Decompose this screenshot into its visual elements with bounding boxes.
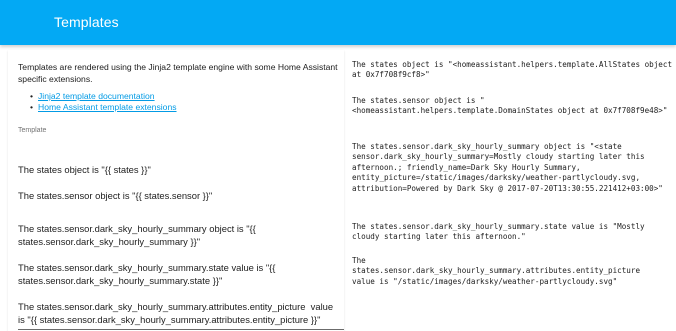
rendered-output-panel: The states object is "<homeassistant.hel… xyxy=(352,50,676,331)
template-line: The states object is "{{ states }}" xyxy=(18,164,151,175)
page-title: Templates xyxy=(54,14,119,30)
list-item: • Home Assistant template extensions xyxy=(30,102,177,113)
template-line: The states.sensor object is "{{ states.s… xyxy=(18,190,213,201)
jinja2-docs-link[interactable]: Jinja2 template documentation xyxy=(38,91,155,101)
textarea-underline xyxy=(18,329,344,330)
template-textarea[interactable]: The states object is "{{ states }}" The … xyxy=(18,142,340,328)
output-block: The states.sensor object is " <homeassis… xyxy=(352,96,668,116)
output-block: The states.sensor.dark_sky_hourly_summar… xyxy=(352,222,650,242)
output-block: The states.sensor.dark_sky_hourly_summar… xyxy=(352,256,641,286)
ha-template-extensions-link[interactable]: Home Assistant template extensions xyxy=(38,102,177,112)
output-block: The states.sensor.dark_sky_hourly_summar… xyxy=(352,142,663,193)
intro-text: Templates are rendered using the Jinja2 … xyxy=(18,62,338,84)
template-line: The states.sensor.dark_sky_hourly_summar… xyxy=(18,262,279,286)
bullet-icon: • xyxy=(30,91,34,101)
output-block: The states object is "<homeassistant.hel… xyxy=(352,60,673,80)
list-item: • Jinja2 template documentation xyxy=(30,91,177,102)
template-field-label: Template xyxy=(18,127,47,134)
bullet-icon: • xyxy=(30,102,34,112)
template-line: The states.sensor.dark_sky_hourly_summar… xyxy=(18,223,259,247)
documentation-links: • Jinja2 template documentation • Home A… xyxy=(30,91,177,113)
template-line: The states.sensor.dark_sky_hourly_summar… xyxy=(18,301,336,325)
app-header: Templates xyxy=(0,0,676,45)
